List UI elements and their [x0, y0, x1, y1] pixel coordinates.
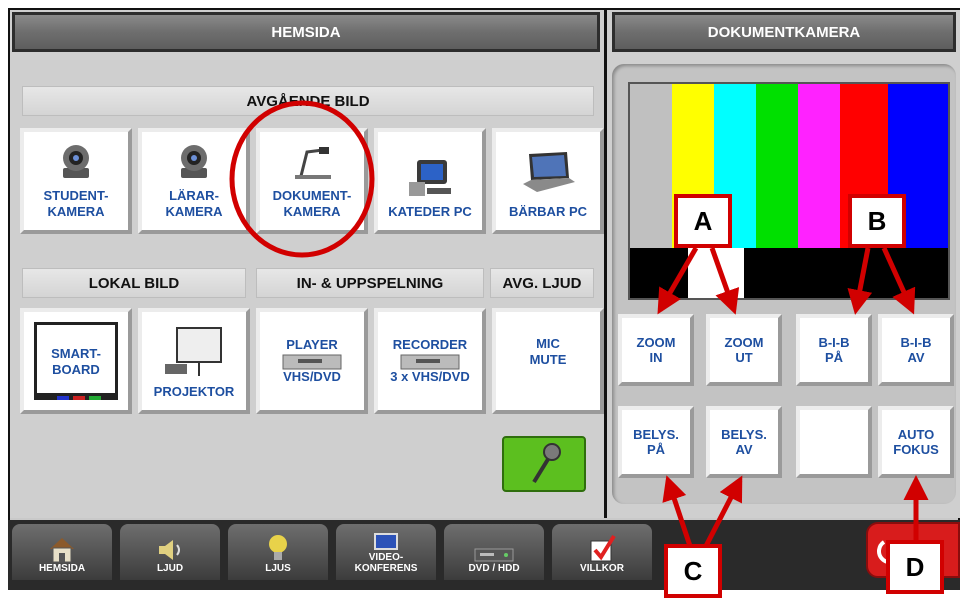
callout-d: D [886, 540, 944, 594]
callout-a: A [674, 194, 732, 248]
callout-c: C [664, 544, 722, 598]
annotation-arrows [657, 246, 929, 548]
callout-b: B [848, 194, 906, 248]
